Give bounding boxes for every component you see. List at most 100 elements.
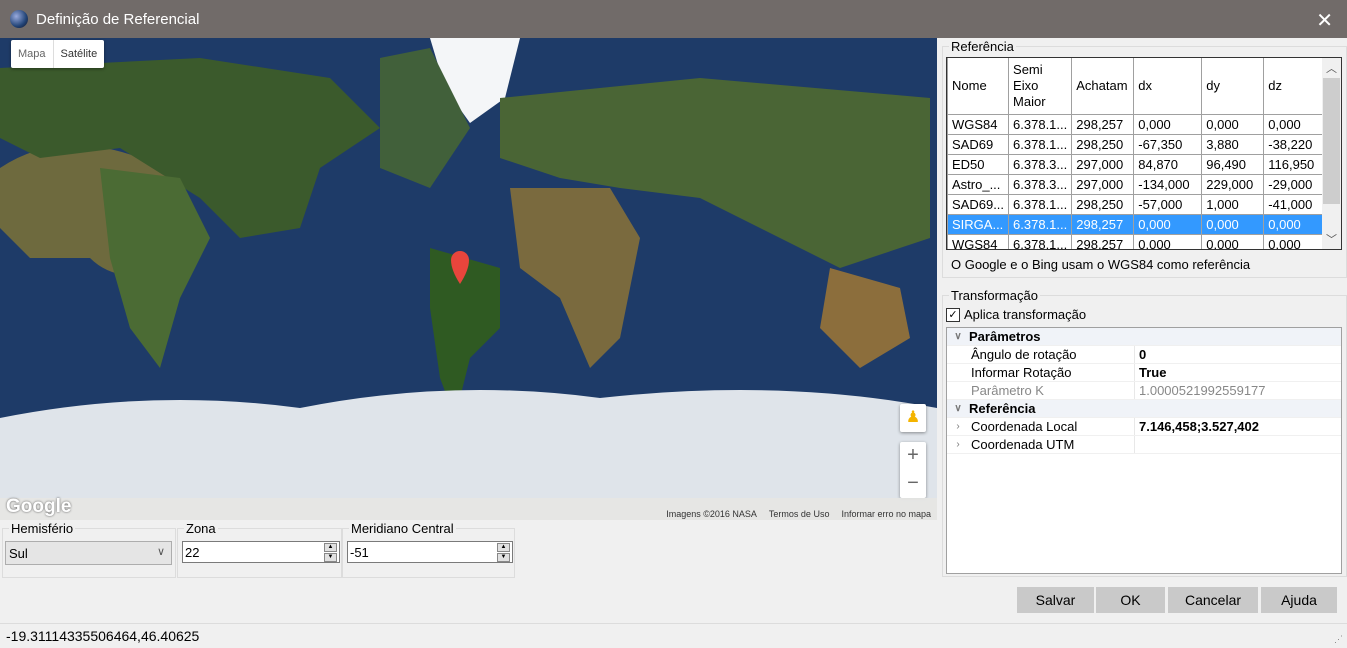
table-row[interactable]: SAD69 6.378.1... 298,250 -67,350 3,880 -38,22… xyxy=(947,133,1327,155)
column-header[interactable]: Nome xyxy=(947,58,1010,115)
chevron-right-icon[interactable]: › xyxy=(947,421,969,432)
table-cell: 0,000 xyxy=(1201,233,1265,249)
table-cell: 0,000 xyxy=(1263,233,1327,249)
ajuda-button[interactable]: Ajuda xyxy=(1261,587,1337,613)
table-cell: 298,257 xyxy=(1071,213,1135,235)
zoom-out-button[interactable]: − xyxy=(900,470,926,498)
table-cell: 297,000 xyxy=(1071,153,1135,175)
table-cell: 298,250 xyxy=(1071,193,1135,215)
category-label: Referência xyxy=(969,401,1036,416)
property-grid[interactable]: ∨ Parâmetros Ângulo de rotação 0 Informar Ro… xyxy=(946,327,1342,574)
zoom-in-button[interactable]: + xyxy=(900,442,926,470)
terms-link[interactable]: Termos de Uso xyxy=(769,509,830,519)
table-row[interactable]: WGS84 6.378.1... 298,257 0,000 0,000 0,000 xyxy=(947,113,1327,135)
table-cell: WGS84 xyxy=(947,233,1010,249)
window-title: Definição de Referencial xyxy=(36,10,200,28)
chevron-right-icon[interactable]: › xyxy=(947,439,969,450)
table-cell: 0,000 xyxy=(1133,213,1203,235)
imagery-credit: Imagens ©2016 NASA xyxy=(666,509,757,519)
column-header[interactable]: Achatam xyxy=(1071,58,1135,115)
table-cell: 298,257 xyxy=(1071,233,1135,249)
spin-down-icon[interactable]: ▼ xyxy=(497,553,510,562)
property-row[interactable]: › Coordenada Local 7.146,458;3.527,402 xyxy=(947,418,1341,436)
aplica-transformacao-checkbox[interactable]: ✓ Aplica transformação xyxy=(946,307,1086,322)
property-category[interactable]: ∨ Parâmetros xyxy=(947,328,1341,346)
map-type-satellite-button[interactable]: Satélite xyxy=(54,40,105,68)
table-cell: -57,000 xyxy=(1133,193,1203,215)
table-cell: SIRGA... xyxy=(947,213,1010,235)
chevron-down-icon[interactable]: ∨ xyxy=(947,403,969,414)
google-logo: Google xyxy=(6,496,72,517)
resize-grip-icon[interactable]: ⋰ xyxy=(1334,634,1343,645)
table-cell: SAD69 xyxy=(947,133,1010,155)
table-cell: 6.378.3... xyxy=(1008,153,1073,175)
table-cell: 6.378.3... xyxy=(1008,173,1073,195)
table-cell: -29,000 xyxy=(1263,173,1327,195)
column-header[interactable]: dz xyxy=(1263,58,1327,115)
table-row[interactable]: SAD69... 6.378.1... 298,250 -57,000 1,000 -41… xyxy=(947,193,1327,215)
column-header[interactable]: dx xyxy=(1133,58,1203,115)
title-bar: Definição de Referencial ✕ xyxy=(0,0,1347,38)
table-cell: 0,000 xyxy=(1201,113,1265,135)
property-value[interactable]: 0 xyxy=(1135,347,1146,362)
cursor-coordinates: -19.31114335506464,46.40625 xyxy=(6,628,200,644)
referencia-grid[interactable]: Nome Semi Eixo Maior Achatam dx dy dz WGS84 6.… xyxy=(946,57,1342,250)
table-cell: 6.378.1... xyxy=(1008,213,1073,235)
column-header[interactable]: dy xyxy=(1201,58,1265,115)
spin-up-icon[interactable]: ▲ xyxy=(497,543,510,552)
table-cell: 96,490 xyxy=(1201,153,1265,175)
category-label: Parâmetros xyxy=(969,329,1041,344)
table-row[interactable]: ED50 6.378.3... 297,000 84,870 96,490 116,950 xyxy=(947,153,1327,175)
cancelar-button[interactable]: Cancelar xyxy=(1168,587,1258,613)
table-cell: 298,257 xyxy=(1071,113,1135,135)
property-row[interactable]: Ângulo de rotação 0 xyxy=(947,346,1341,364)
table-row[interactable]: Astro_... 6.378.3... 297,000 -134,000 229,00… xyxy=(947,173,1327,195)
salvar-button[interactable]: Salvar xyxy=(1017,587,1094,613)
table-cell: SAD69... xyxy=(947,193,1010,215)
property-category[interactable]: ∨ Referência xyxy=(947,400,1341,418)
checkbox-checked-icon: ✓ xyxy=(946,307,960,322)
chevron-down-icon: ∨ xyxy=(156,546,165,558)
report-error-link[interactable]: Informar erro no mapa xyxy=(841,509,931,519)
map-type-mapa-button[interactable]: Mapa xyxy=(11,40,54,68)
ok-button[interactable]: OK xyxy=(1096,587,1165,613)
meridiano-value: -51 xyxy=(350,545,369,560)
zona-spinner[interactable]: 22 ▲ ▼ xyxy=(182,541,340,563)
spin-up-icon[interactable]: ▲ xyxy=(324,543,337,552)
table-cell: 1,000 xyxy=(1201,193,1265,215)
column-header[interactable]: Semi Eixo Maior xyxy=(1008,58,1073,115)
map-view[interactable]: Mapa Satélite ♟ + − Google Imagens ©2016… xyxy=(0,38,937,520)
property-value[interactable]: True xyxy=(1135,365,1166,380)
table-cell: 6.378.1... xyxy=(1008,233,1073,249)
table-row[interactable]: SIRGA... 6.378.1... 298,257 0,000 0,000 0,000 xyxy=(947,213,1327,235)
app-globe-icon xyxy=(10,10,28,28)
property-value[interactable]: 7.146,458;3.527,402 xyxy=(1135,419,1259,434)
property-row[interactable]: Parâmetro K 1.0000521992559177 xyxy=(947,382,1341,400)
table-cell: -38,220 xyxy=(1263,133,1327,155)
spin-down-icon[interactable]: ▼ xyxy=(324,553,337,562)
transformacao-label: Transformação xyxy=(949,288,1040,303)
property-row[interactable]: Informar Rotação True xyxy=(947,364,1341,382)
scrollbar-thumb[interactable] xyxy=(1323,78,1340,204)
table-cell: 229,000 xyxy=(1201,173,1265,195)
chevron-down-icon[interactable]: ∨ xyxy=(947,331,969,342)
scroll-down-icon[interactable]: ﹀ xyxy=(1322,231,1341,247)
table-cell: 0,000 xyxy=(1201,213,1265,235)
table-cell: 3,880 xyxy=(1201,133,1265,155)
vertical-scrollbar[interactable]: ︿ ﹀ xyxy=(1322,58,1341,249)
close-icon[interactable]: ✕ xyxy=(1316,8,1333,33)
hemisferio-value: Sul xyxy=(9,546,28,561)
meridiano-spinner[interactable]: -51 ▲ ▼ xyxy=(347,541,513,563)
table-cell: WGS84 xyxy=(947,113,1010,135)
table-cell: 297,000 xyxy=(1071,173,1135,195)
scroll-up-icon[interactable]: ︿ xyxy=(1322,60,1341,76)
property-row[interactable]: › Coordenada UTM xyxy=(947,436,1341,454)
hemisferio-select[interactable]: Sul ∨ xyxy=(5,541,172,565)
table-row[interactable]: WGS84 6.378.1... 298,257 0,000 0,000 0,000 xyxy=(947,233,1327,249)
hemisferio-label: Hemisfério xyxy=(9,521,76,536)
property-value[interactable]: 1.0000521992559177 xyxy=(1135,383,1266,398)
table-cell: 0,000 xyxy=(1133,113,1203,135)
referencia-label: Referência xyxy=(949,39,1016,54)
street-view-pegman-icon[interactable]: ♟ xyxy=(900,404,926,432)
hemisferio-group: Hemisfério Sul ∨ xyxy=(2,521,176,578)
